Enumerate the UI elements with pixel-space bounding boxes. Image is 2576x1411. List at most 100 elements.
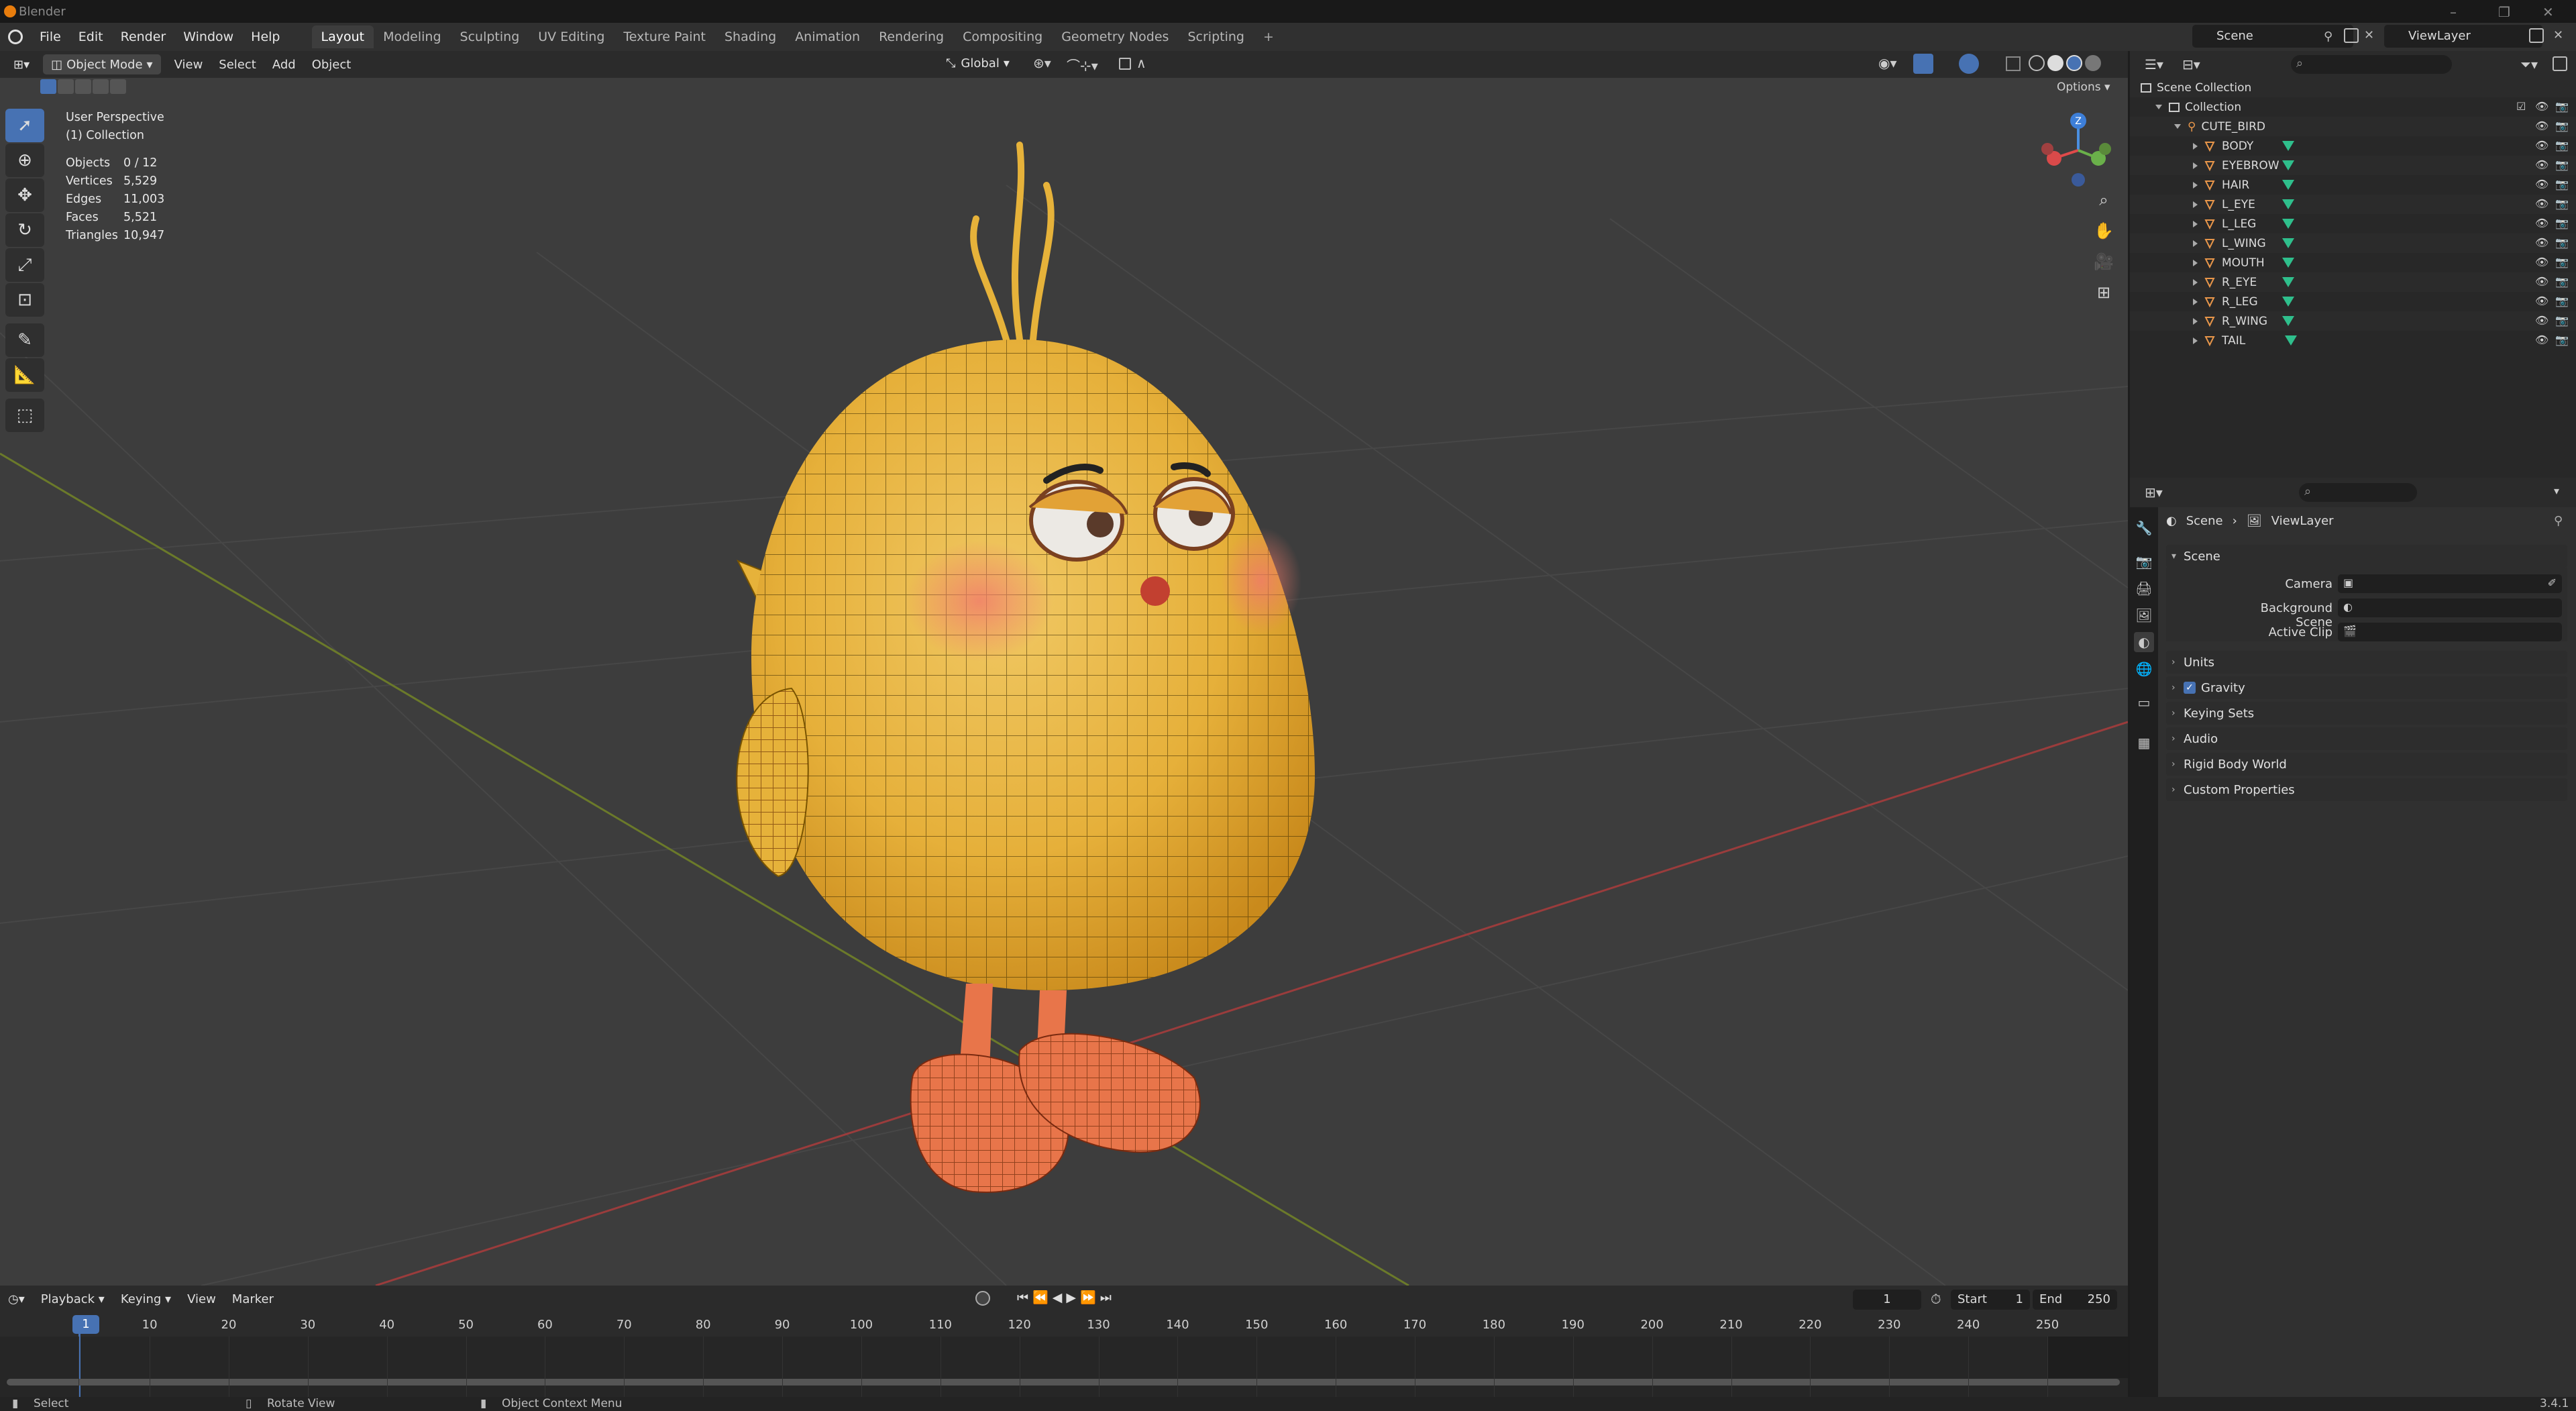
render-visibility-icon[interactable]: 📷 bbox=[2555, 314, 2569, 327]
jump-end-icon[interactable]: ⏭ bbox=[1100, 1290, 1116, 1305]
transform-orientation[interactable]: ⤡ Global ▾ bbox=[946, 56, 1010, 70]
render-visibility-icon[interactable]: 📷 bbox=[2555, 139, 2569, 152]
jump-start-icon[interactable]: ⏮ bbox=[1017, 1290, 1032, 1305]
playhead[interactable]: 1 bbox=[72, 1315, 99, 1334]
expand-right-icon[interactable] bbox=[2193, 337, 2198, 344]
eye-icon[interactable]: 👁 bbox=[2535, 236, 2548, 249]
render-visibility-icon[interactable]: 📷 bbox=[2555, 333, 2569, 346]
eye-icon[interactable]: 👁 bbox=[2535, 314, 2548, 327]
timeline-editor-icon[interactable]: ◷▾ bbox=[0, 1292, 33, 1306]
outliner-object-eyebrow[interactable]: EYEBROW 👁 📷 bbox=[2130, 156, 2576, 175]
eye-icon[interactable]: 👁 bbox=[2535, 197, 2548, 210]
tab-sculpting[interactable]: Sculpting bbox=[451, 25, 529, 48]
outliner[interactable]: ☰▾ ⊟▾ ⌕ ⏷▾ Scene Collection Collection ☑ 👁 📷… bbox=[2130, 51, 2576, 478]
menu-render[interactable]: Render bbox=[112, 30, 175, 44]
outliner-collection[interactable]: Collection ☑ 👁 📷 bbox=[2130, 97, 2576, 117]
material-shading-icon[interactable] bbox=[2066, 55, 2082, 71]
snap-icon[interactable]: ⌒⊹▾ bbox=[1067, 55, 1098, 74]
play-reverse-icon[interactable]: ◀ bbox=[1053, 1290, 1067, 1305]
eye-icon[interactable]: 👁 bbox=[2535, 275, 2548, 288]
audio-panel-header[interactable]: › Audio bbox=[2166, 727, 2567, 750]
menu-window[interactable]: Window bbox=[174, 30, 242, 44]
add-cube-tool[interactable]: ⬚ bbox=[5, 399, 44, 432]
output-tab-icon[interactable]: 🖨 bbox=[2134, 578, 2154, 598]
tab-scripting[interactable]: Scripting bbox=[1178, 25, 1254, 48]
keying-sets-panel-header[interactable]: › Keying Sets bbox=[2166, 702, 2567, 725]
timeline-scrollbar[interactable] bbox=[7, 1379, 2120, 1386]
tab-animation[interactable]: Animation bbox=[786, 25, 869, 48]
custom-properties-panel-header[interactable]: › Custom Properties bbox=[2166, 778, 2567, 801]
render-visibility-icon[interactable]: 📷 bbox=[2555, 236, 2569, 249]
render-tab-icon[interactable]: 📷 bbox=[2134, 552, 2154, 572]
rendered-shading-icon[interactable] bbox=[2085, 55, 2101, 71]
options-button[interactable]: Options ▾ bbox=[2057, 81, 2110, 94]
expand-right-icon[interactable] bbox=[2193, 278, 2198, 286]
wireframe-shading-icon[interactable] bbox=[2029, 55, 2045, 71]
menu-help[interactable]: Help bbox=[242, 30, 288, 44]
falloff-icon[interactable]: ∧ bbox=[1136, 55, 1146, 71]
delete-view-layer-icon[interactable]: ✕ bbox=[2553, 28, 2563, 42]
pin-icon[interactable]: ⚲ bbox=[2324, 30, 2332, 44]
outliner-object-r-eye[interactable]: R_EYE 👁 📷 bbox=[2130, 272, 2576, 292]
grid-view-icon[interactable]: ⊞ bbox=[2089, 278, 2118, 307]
menu-file[interactable]: File bbox=[31, 30, 70, 44]
collection-tab-icon[interactable]: ▭ bbox=[2134, 692, 2154, 713]
mesh-data-icon[interactable] bbox=[2282, 141, 2294, 151]
eye-icon[interactable]: 👁 bbox=[2535, 178, 2548, 191]
tab-uv-editing[interactable]: UV Editing bbox=[529, 25, 614, 48]
gravity-checkbox[interactable]: ✓ bbox=[2184, 682, 2196, 694]
new-collection-icon[interactable] bbox=[2553, 56, 2567, 71]
render-visibility-icon[interactable]: 📷 bbox=[2555, 256, 2569, 268]
expand-right-icon[interactable] bbox=[2193, 240, 2198, 247]
eyedropper-icon[interactable]: ✐ bbox=[2548, 576, 2557, 589]
tool-tab-icon[interactable]: 🔧 bbox=[2134, 518, 2154, 538]
expand-right-icon[interactable] bbox=[2193, 201, 2198, 208]
outliner-object-mouth[interactable]: MOUTH 👁 📷 bbox=[2130, 253, 2576, 272]
outliner-object-l-leg[interactable]: L_LEG 👁 📷 bbox=[2130, 214, 2576, 233]
add-workspace-button[interactable]: + bbox=[1254, 25, 1283, 48]
scene-tab-icon[interactable]: ◐ bbox=[2134, 632, 2154, 652]
outliner-scene-collection[interactable]: Scene Collection bbox=[2130, 78, 2576, 97]
menu-playback[interactable]: Playback ▾ bbox=[33, 1292, 113, 1306]
mesh-data-icon[interactable] bbox=[2282, 277, 2294, 287]
properties-search-input[interactable]: ⌕ bbox=[2299, 483, 2417, 502]
mesh-data-icon[interactable] bbox=[2282, 316, 2294, 326]
menu-keying[interactable]: Keying ▾ bbox=[113, 1292, 179, 1306]
select-box-tool[interactable]: ➚ bbox=[5, 109, 44, 142]
properties-editor-icon[interactable]: ⊞▾ bbox=[2145, 484, 2163, 501]
expand-right-icon[interactable] bbox=[2193, 162, 2198, 169]
outliner-object-l-wing[interactable]: L_WING 👁 📷 bbox=[2130, 233, 2576, 253]
menu-object[interactable]: Object bbox=[304, 58, 360, 72]
outliner-object-r-wing[interactable]: R_WING 👁 📷 bbox=[2130, 311, 2576, 331]
pivot-icon[interactable]: ⊛▾ bbox=[1033, 55, 1051, 71]
world-tab-icon[interactable]: 🌐 bbox=[2134, 659, 2154, 679]
rotate-tool[interactable]: ↻ bbox=[5, 213, 44, 247]
expand-right-icon[interactable] bbox=[2193, 259, 2198, 266]
outliner-object-tail[interactable]: TAIL 👁 📷 bbox=[2130, 331, 2576, 350]
outliner-object-hair[interactable]: HAIR 👁 📷 bbox=[2130, 175, 2576, 195]
end-frame-field[interactable]: End 250 bbox=[2033, 1290, 2117, 1310]
xray-icon[interactable] bbox=[2006, 56, 2021, 71]
tab-modeling[interactable]: Modeling bbox=[374, 25, 450, 48]
mesh-data-icon[interactable] bbox=[2285, 335, 2297, 346]
view-layer-selector[interactable]: ViewLayer bbox=[2384, 25, 2542, 48]
current-frame-field[interactable]: 1 bbox=[1853, 1290, 1921, 1310]
cursor-tool[interactable]: ⊕ bbox=[5, 144, 44, 177]
render-visibility-icon[interactable]: 📷 bbox=[2555, 100, 2569, 113]
menu-edit[interactable]: Edit bbox=[70, 30, 112, 44]
new-scene-icon[interactable] bbox=[2344, 28, 2359, 43]
render-visibility-icon[interactable]: 📷 bbox=[2555, 158, 2569, 171]
auto-keying-icon[interactable] bbox=[975, 1291, 990, 1306]
menu-marker[interactable]: Marker bbox=[224, 1292, 282, 1306]
frame-ruler[interactable]: 10 20 30 40 50 60 70 80 90 100 110 120 130 140 150 160 1… bbox=[0, 1312, 2128, 1337]
solid-shading-icon[interactable] bbox=[2047, 55, 2063, 71]
outliner-armature[interactable]: ⚲ CUTE_BIRD 👁 📷 bbox=[2130, 117, 2576, 136]
expand-down-icon[interactable] bbox=[2174, 124, 2181, 129]
menu-add[interactable]: Add bbox=[264, 58, 304, 72]
stopwatch-icon[interactable]: ⏱ bbox=[1931, 1291, 1941, 1307]
mode-selector[interactable]: ◫ Object Mode ▾ bbox=[43, 54, 161, 74]
move-tool[interactable]: ✥ bbox=[5, 178, 44, 212]
eye-icon[interactable]: 👁 bbox=[2535, 295, 2548, 307]
pan-hand-icon[interactable]: ✋ bbox=[2089, 216, 2118, 246]
render-visibility-icon[interactable]: 📷 bbox=[2555, 178, 2569, 191]
